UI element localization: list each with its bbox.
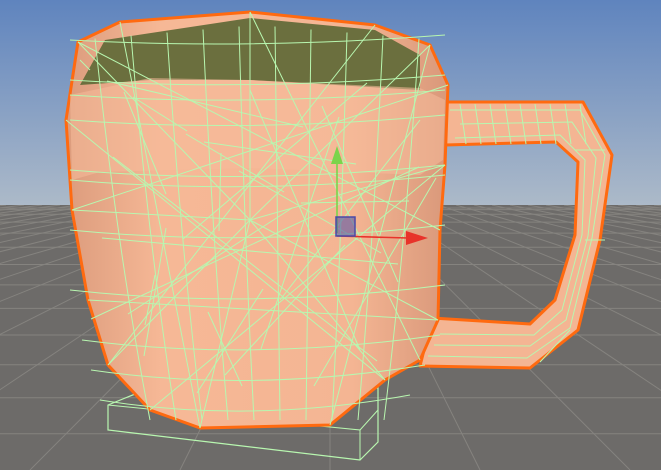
scene-viewport[interactable] [0, 0, 661, 470]
scene-canvas[interactable] [0, 0, 661, 470]
move-plane-handle-icon[interactable] [335, 216, 356, 237]
mug-rim-band [70, 78, 445, 180]
